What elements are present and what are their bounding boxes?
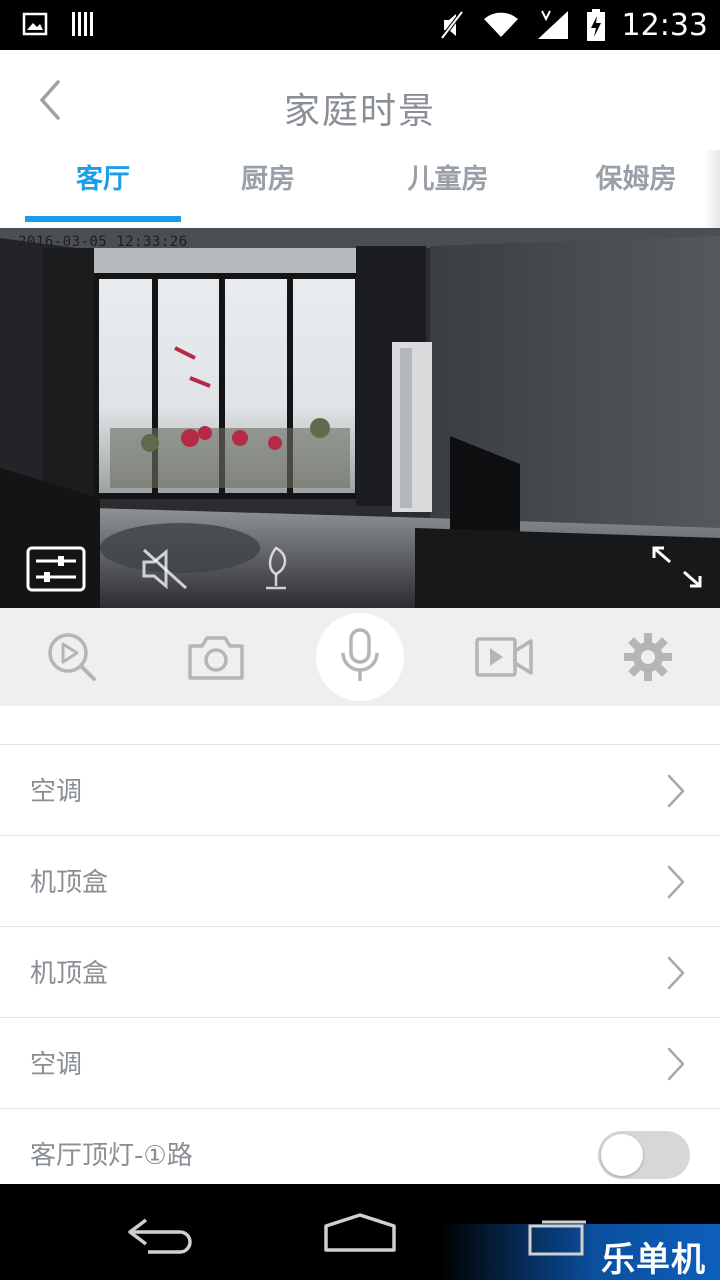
- chevron-right-icon: [667, 774, 685, 808]
- title-bar: 家庭时景: [0, 50, 720, 150]
- room-tabs: 客厅 厨房 儿童房 保姆房: [0, 150, 720, 228]
- toggle-knob: [601, 1134, 643, 1176]
- tab-kids-room[interactable]: 儿童房: [380, 160, 516, 216]
- fullscreen-button[interactable]: [650, 544, 704, 594]
- microphone-icon: [341, 628, 379, 681]
- device-item-settop-box-2[interactable]: 机顶盒: [0, 927, 720, 1018]
- snapshot-button[interactable]: [176, 617, 256, 697]
- talk-button[interactable]: [316, 613, 404, 701]
- back-arrow-icon: [128, 1218, 192, 1254]
- fullscreen-expand-icon: [652, 546, 702, 588]
- camera-icon: [188, 636, 244, 680]
- signal-icon: [537, 10, 568, 39]
- status-bar: 12:33: [0, 0, 720, 50]
- device-label: 机顶盒: [30, 959, 109, 989]
- camera-toolbar: [0, 608, 720, 706]
- settings-sliders-icon: [26, 546, 86, 592]
- playback-search-icon: [48, 633, 96, 681]
- playback-button[interactable]: [32, 617, 112, 697]
- tab-nanny-room[interactable]: 保姆房: [568, 160, 704, 216]
- video-settings-button[interactable]: [26, 546, 86, 596]
- device-list: 空调 机顶盒 机顶盒 空调 客厅顶灯-①路: [0, 744, 720, 1200]
- watermark-text: 乐单机: [601, 1240, 706, 1280]
- device-label: 客厅顶灯-①路: [30, 1141, 193, 1171]
- status-time: 12:33: [621, 7, 708, 43]
- room-scene: [0, 228, 720, 608]
- record-button[interactable]: [464, 617, 544, 697]
- nav-recents-button[interactable]: [528, 1220, 588, 1260]
- nav-home-button[interactable]: [322, 1212, 398, 1258]
- light-toggle[interactable]: [598, 1131, 690, 1179]
- video-timestamp: 2016-03-05 12:33:26: [18, 234, 188, 250]
- system-nav-bar: 乐单机: [0, 1184, 720, 1280]
- video-quality-button[interactable]: [258, 544, 294, 596]
- settings-gear-icon: [624, 633, 672, 681]
- chevron-right-icon: [667, 1047, 685, 1081]
- tab-kitchen[interactable]: 厨房: [200, 160, 336, 216]
- barcode-notification-icon: [72, 12, 93, 36]
- tab-living-room[interactable]: 客厅: [25, 160, 181, 216]
- camera-settings-button[interactable]: [608, 617, 688, 697]
- tab-indicator: [25, 216, 181, 222]
- device-item-ac[interactable]: 空调: [0, 745, 720, 836]
- wifi-icon: [483, 12, 518, 37]
- chevron-right-icon: [667, 865, 685, 899]
- page-title: 家庭时景: [283, 91, 436, 132]
- nav-back-button[interactable]: [124, 1214, 196, 1262]
- image-notification-icon: [22, 12, 48, 36]
- speaker-mute-icon: [142, 548, 188, 590]
- video-record-icon: [475, 637, 533, 677]
- recent-apps-icon: [528, 1220, 586, 1256]
- home-icon: [324, 1213, 396, 1252]
- chevron-right-icon: [667, 956, 685, 990]
- camera-video-feed[interactable]: 2016-03-05 12:33:26: [0, 228, 720, 608]
- battery-charging-icon: [586, 9, 605, 41]
- device-label: 空调: [30, 1050, 83, 1080]
- device-label: 机顶盒: [30, 868, 109, 898]
- device-label: 空调: [30, 777, 83, 807]
- tab-scroll-fade: [704, 150, 720, 228]
- quality-icon: [266, 546, 287, 590]
- device-item-ac-2[interactable]: 空调: [0, 1018, 720, 1109]
- video-sound-button[interactable]: [140, 546, 190, 596]
- device-item-settop-box[interactable]: 机顶盒: [0, 836, 720, 927]
- mute-icon: [439, 10, 464, 40]
